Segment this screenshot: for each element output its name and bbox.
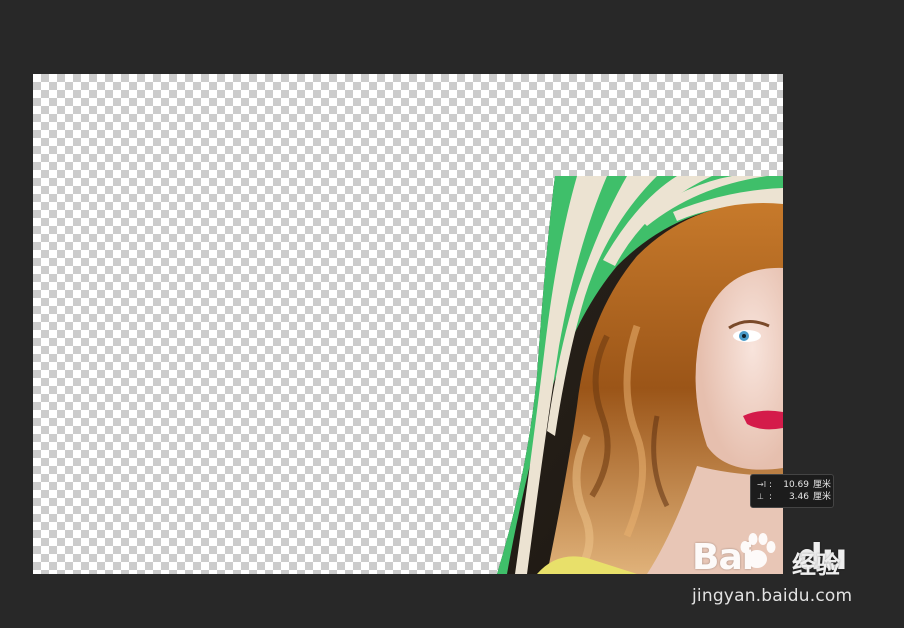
vertical-offset-value: 3.46: [788, 492, 809, 502]
baidu-paw-icon: [740, 533, 776, 568]
watermark-url: jingyan.baidu.com: [692, 586, 853, 606]
move-vertical-icon: ⊥: [757, 492, 764, 501]
vertical-offset-unit: 厘米: [813, 492, 832, 502]
horizontal-offset-row: →I : 10.69 厘米: [757, 479, 833, 491]
document-canvas[interactable]: [33, 74, 783, 574]
horizontal-offset-unit: 厘米: [813, 480, 832, 490]
transform-info-readout: →I : 10.69 厘米 ⊥ : 3.46 厘米: [750, 474, 834, 508]
woman-portrait-image: [497, 176, 783, 574]
baidu-jingyan-watermark: Bai du 经验 jingyan.baidu.com: [692, 530, 892, 610]
horizontal-offset-value: 10.69: [783, 480, 809, 490]
move-horizontal-icon: →I: [757, 480, 767, 489]
vertical-offset-row: ⊥ : 3.46 厘米: [757, 491, 833, 503]
photo-layer[interactable]: [497, 176, 783, 574]
jingyan-label: 经验: [792, 551, 840, 579]
workspace: →I : 10.69 厘米 ⊥ : 3.46 厘米 Bai du 经验 jingy…: [0, 0, 904, 628]
